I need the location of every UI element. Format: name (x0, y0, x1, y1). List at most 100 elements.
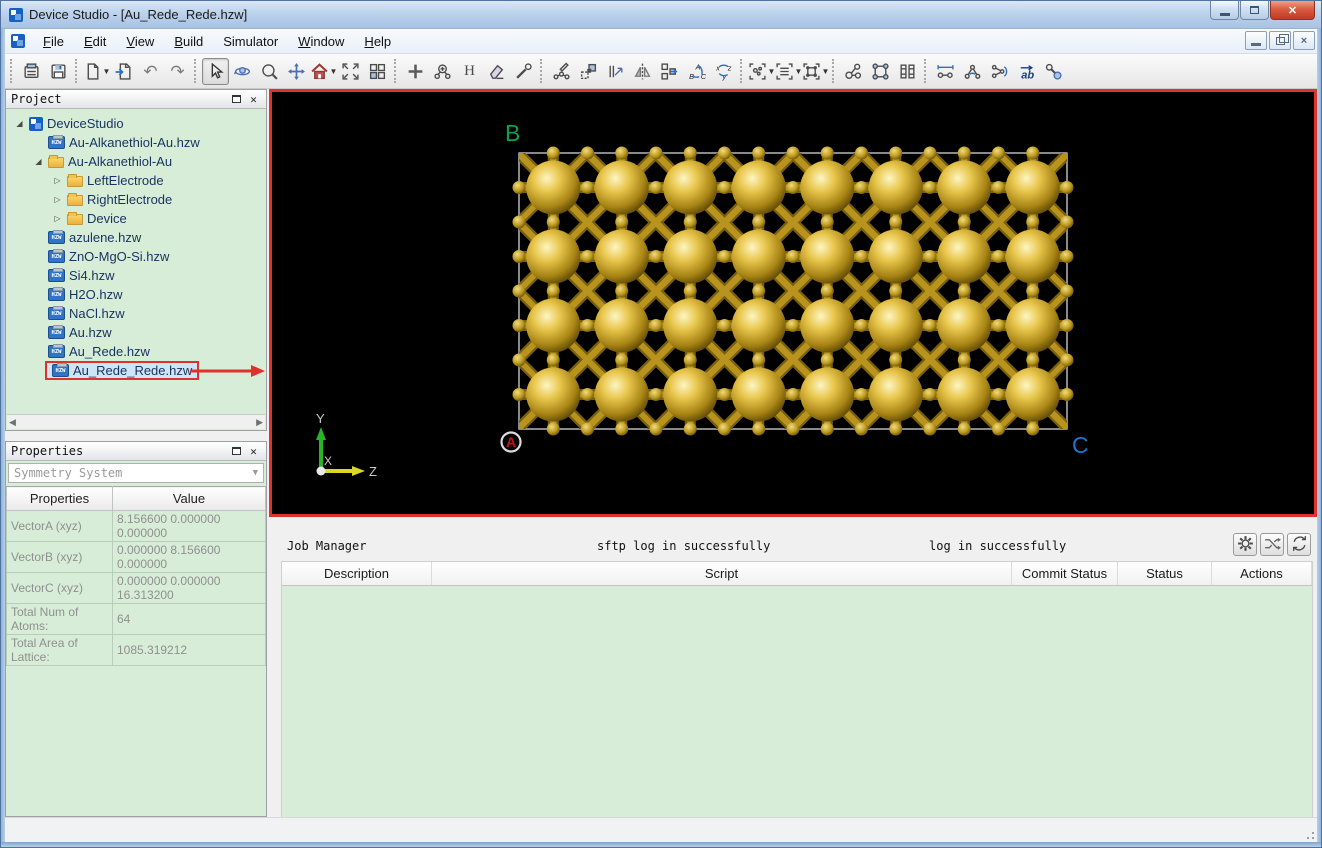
job-table-body[interactable] (281, 586, 1313, 848)
caret-expanded-icon[interactable]: ◢ (13, 119, 26, 128)
import-button[interactable] (110, 58, 137, 85)
tree-item-rightelectrode[interactable]: ▷RightElectrode (7, 190, 265, 209)
save-project-button[interactable] (18, 58, 45, 85)
extend-cell-button[interactable] (575, 58, 602, 85)
tree-item-nacl-hzw[interactable]: HZWNaCl.hzw (7, 304, 265, 323)
scroll-left-icon[interactable]: ◀ (9, 417, 16, 428)
add-atom-button[interactable] (402, 58, 429, 85)
hydrogen-button[interactable]: H (456, 58, 483, 85)
project-hscrollbar[interactable]: ◀ ▶ (7, 414, 265, 429)
select-atoms-button[interactable]: ▼ (748, 58, 775, 85)
column-header-actions[interactable]: Actions (1212, 562, 1312, 585)
xyz-axes-button[interactable]: xyz (710, 58, 737, 85)
measure-dihedral-button[interactable] (986, 58, 1013, 85)
bond-draw-button[interactable] (510, 58, 537, 85)
symmetry-system-dropdown[interactable]: Symmetry System ▼ (8, 463, 264, 483)
window-frame (1317, 29, 1321, 847)
add-fragment-button[interactable] (429, 58, 456, 85)
structure-viewport[interactable]: BACYZX (269, 89, 1317, 517)
save-button[interactable] (45, 58, 72, 85)
select-cursor-button[interactable] (202, 58, 229, 85)
toolbar-grip (10, 59, 15, 83)
pan-button[interactable] (283, 58, 310, 85)
close-button[interactable]: ✕ (1270, 1, 1315, 20)
maximize-button[interactable] (1240, 1, 1269, 20)
abc-axes-button[interactable]: ABC (683, 58, 710, 85)
property-value: 0.000000 8.156600 0.000000 (113, 542, 266, 573)
menu-help[interactable]: Help (355, 31, 400, 52)
tree-item-leftelectrode[interactable]: ▷LeftElectrode (7, 171, 265, 190)
measure-sketch-button[interactable] (548, 58, 575, 85)
measure-angle-button[interactable] (959, 58, 986, 85)
caret-collapsed-icon[interactable]: ▷ (51, 214, 64, 223)
tree-item-au-rede-hzw[interactable]: HZWAu_Rede.hzw (7, 342, 265, 361)
tree-item-au-hzw[interactable]: HZWAu.hzw (7, 323, 265, 342)
caret-collapsed-icon[interactable]: ▷ (51, 176, 64, 185)
gear-button[interactable] (1233, 533, 1257, 556)
mdi-close-button[interactable]: × (1293, 31, 1315, 50)
scroll-right-icon[interactable]: ▶ (256, 417, 263, 428)
swap-cells-button[interactable] (656, 58, 683, 85)
select-atoms-icon (748, 62, 767, 81)
svg-text:B: B (505, 120, 520, 146)
redo-button[interactable]: ↷ (164, 58, 191, 85)
project-float-button[interactable] (229, 93, 244, 106)
column-header-commit-status[interactable]: Commit Status (1012, 562, 1118, 585)
zoom-button[interactable] (256, 58, 283, 85)
mdi-restore-button[interactable] (1269, 31, 1291, 50)
menu-build[interactable]: Build (165, 31, 212, 52)
rotate-button[interactable] (229, 58, 256, 85)
home-view-button[interactable]: ▼ (310, 58, 337, 85)
fit-view-button[interactable] (337, 58, 364, 85)
undo-button[interactable]: ↶ (137, 58, 164, 85)
caret-collapsed-icon[interactable]: ▷ (51, 195, 64, 204)
menu-simulator[interactable]: Simulator (214, 31, 287, 52)
tree-item-devicestudio[interactable]: ◢DeviceStudio (7, 114, 265, 133)
tree-item-azulene-hzw[interactable]: HZWazulene.hzw (7, 228, 265, 247)
property-value: 64 (113, 604, 266, 635)
ab-vector-button[interactable]: ab (1013, 58, 1040, 85)
caret-expanded-icon[interactable]: ◢ (32, 157, 45, 166)
bond-length-button[interactable] (1040, 58, 1067, 85)
mirror-button[interactable] (629, 58, 656, 85)
title-bar[interactable]: Device Studio - [Au_Rede_Rede.hzw] ✕ (1, 1, 1321, 29)
project-close-button[interactable]: ✕ (246, 93, 261, 106)
select-cell-button[interactable]: ▼ (802, 58, 829, 85)
column-header-status[interactable]: Status (1118, 562, 1212, 585)
menu-file[interactable]: File (34, 31, 73, 52)
column-header-description[interactable]: Description (282, 562, 432, 585)
properties-close-button[interactable]: ✕ (246, 445, 261, 458)
build-device-button[interactable] (894, 58, 921, 85)
maximize-icon (1250, 6, 1259, 14)
bond-draw-icon (514, 62, 533, 81)
mdi-minimize-button[interactable] (1245, 31, 1267, 50)
properties-float-button[interactable] (229, 445, 244, 458)
select-layers-icon (775, 62, 794, 81)
build-crystal-button[interactable] (867, 58, 894, 85)
tile-windows-button[interactable] (364, 58, 391, 85)
minimize-button[interactable] (1210, 1, 1239, 20)
shuffle-button[interactable] (1260, 533, 1284, 556)
menu-edit[interactable]: Edit (75, 31, 115, 52)
measure-distance-button[interactable] (932, 58, 959, 85)
toolbar-separator (832, 59, 837, 83)
modify-arrow-button[interactable] (602, 58, 629, 85)
select-layers-button[interactable]: ▼ (775, 58, 802, 85)
build-molecule-button[interactable] (840, 58, 867, 85)
menu-view[interactable]: View (117, 31, 163, 52)
eraser-button[interactable] (483, 58, 510, 85)
tree-item-au-alkanethiol-au[interactable]: ◢Au-Alkanethiol-Au (7, 152, 265, 171)
tree-item-au-alkanethiol-au-hzw[interactable]: HZWAu-Alkanethiol-Au.hzw (7, 133, 265, 152)
chevron-down-icon[interactable]: ▼ (822, 67, 830, 76)
menu-window[interactable]: Window (289, 31, 353, 52)
tree-item-h2o-hzw[interactable]: HZWH2O.hzw (7, 285, 265, 304)
toolbar-separator (540, 59, 545, 83)
resize-grip[interactable] (1303, 828, 1316, 841)
tree-item-zno-mgo-si-hzw[interactable]: HZWZnO-MgO-Si.hzw (7, 247, 265, 266)
sync-button[interactable] (1287, 533, 1311, 556)
new-file-button[interactable]: ▼ (83, 58, 110, 85)
window-title: Device Studio - [Au_Rede_Rede.hzw] (29, 7, 247, 22)
tree-item-si4-hzw[interactable]: HZWSi4.hzw (7, 266, 265, 285)
tree-item-device[interactable]: ▷Device (7, 209, 265, 228)
column-header-script[interactable]: Script (432, 562, 1012, 585)
